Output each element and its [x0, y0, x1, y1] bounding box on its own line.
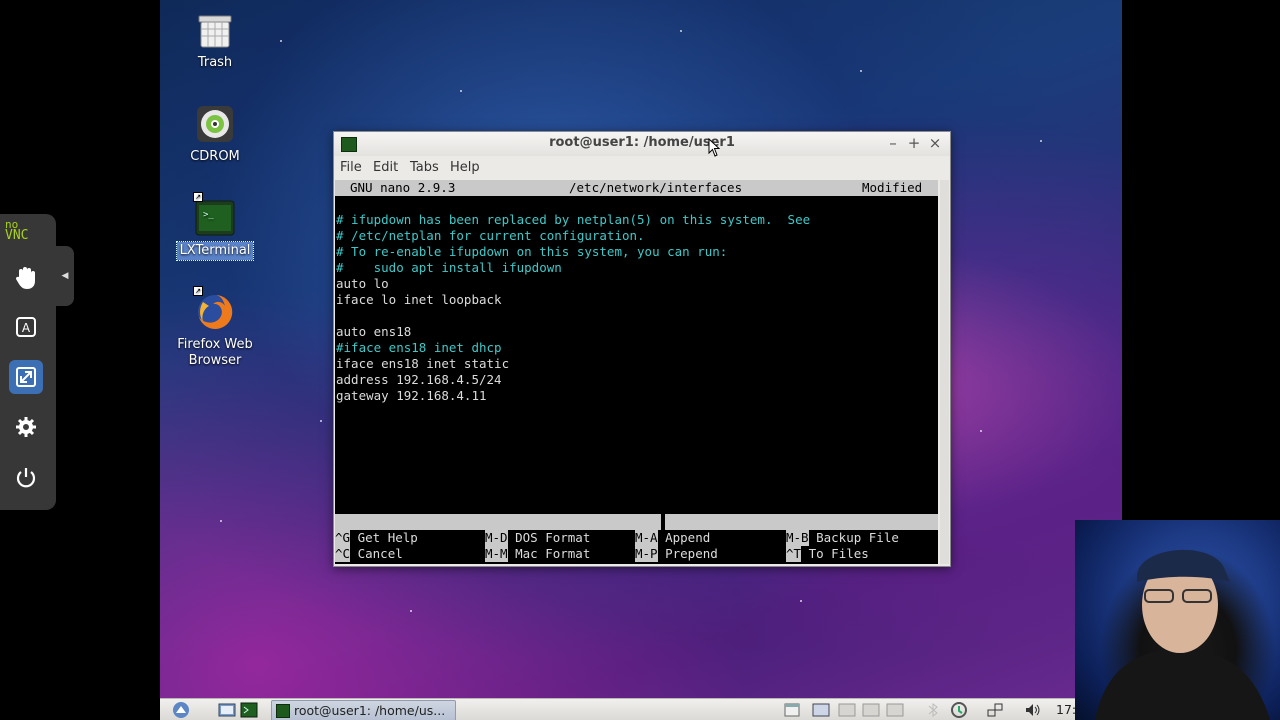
- workspace-4-icon[interactable]: [886, 701, 904, 719]
- nano-shortcut-key: ^T: [786, 546, 802, 562]
- desktop-icon-label: CDROM: [190, 149, 240, 164]
- nano-filename: /etc/network/interfaces: [569, 180, 743, 195]
- maximize-icon[interactable]: +: [905, 134, 923, 152]
- mouse-cursor-icon: [708, 137, 721, 162]
- window-list-icon[interactable]: [783, 701, 801, 719]
- nano-shortcut-key: M-A: [635, 530, 658, 546]
- lxterminal-window[interactable]: root@user1: /home/user1 – + × File Edit …: [333, 131, 951, 567]
- nano-shortcut-desc: Mac Format: [507, 546, 591, 561]
- nano-shortcut-key: ^G: [335, 530, 351, 546]
- nano-shortcut: M-B Backup File: [786, 530, 899, 546]
- novnc-sidebar-handle[interactable]: ◀: [56, 246, 74, 306]
- nano-shortcut-key: M-D: [485, 530, 508, 546]
- close-icon[interactable]: ×: [926, 134, 944, 152]
- nano-shortcut-desc: Get Help: [350, 530, 418, 545]
- webcam-overlay: [1075, 520, 1280, 720]
- firefox-icon: ↗: [193, 286, 235, 332]
- desktop-icon-trash[interactable]: Trash: [160, 10, 270, 72]
- keyboard-icon[interactable]: A: [9, 310, 43, 344]
- desktop-icon-cdrom[interactable]: CDROM: [160, 104, 270, 166]
- nano-shortcut: M-A Append: [635, 530, 710, 546]
- terminal-task-icon: [276, 704, 290, 718]
- config-comment-line: # /etc/netplan for current configuration…: [336, 228, 645, 243]
- drag-hand-icon[interactable]: [9, 260, 43, 294]
- config-line: auto ens18: [336, 324, 412, 339]
- nano-shortcut-desc: Append: [657, 530, 711, 545]
- workspace-2-icon[interactable]: [838, 701, 856, 719]
- window-title: root@user1: /home/user1: [549, 135, 735, 150]
- config-line: gateway 192.168.4.11: [336, 388, 487, 403]
- trash-icon: [195, 10, 235, 50]
- taskbar-task-label: root@user1: /home/us...: [294, 703, 446, 718]
- nano-shortcut: M-M Mac Format: [485, 546, 590, 562]
- nano-shortcut-desc: Prepend: [657, 546, 718, 561]
- terminal-output[interactable]: GNU nano 2.9.3 /etc/network/interfaces M…: [335, 180, 938, 564]
- desktop-icon-label: Trash: [197, 55, 233, 70]
- nano-shortcut: ^G Get Help: [335, 530, 418, 546]
- network-icon[interactable]: [986, 701, 1004, 719]
- nano-header-bar: GNU nano 2.9.3 /etc/network/interfaces M…: [335, 180, 938, 196]
- desktop-icon-label: LXTerminal: [175, 241, 255, 261]
- desktop-icon-label: Firefox Web Browser: [177, 337, 253, 368]
- terminal-icon: ↗ >_: [193, 192, 235, 238]
- terminal-scrollbar[interactable]: [940, 180, 949, 564]
- menu-tabs[interactable]: Tabs: [410, 160, 439, 175]
- volume-icon[interactable]: [1024, 701, 1042, 719]
- settings-icon[interactable]: [9, 410, 43, 444]
- config-line: address 192.168.4.5/24: [336, 372, 502, 387]
- nano-shortcut-key: ^C: [335, 546, 351, 562]
- taskbar: root@user1: /home/us... 17:31: [160, 698, 1122, 720]
- nano-shortcut-desc: Cancel: [350, 546, 403, 561]
- nano-version: GNU nano 2.9.3: [350, 180, 456, 195]
- nano-shortcut-desc: Backup File: [808, 530, 899, 545]
- nano-shortcut: M-P Prepend: [635, 546, 718, 562]
- minimize-icon[interactable]: –: [884, 134, 902, 152]
- desktop-icon-firefox[interactable]: ↗ Firefox Web Browser: [160, 286, 270, 370]
- config-comment-line: # sudo apt install ifupdown: [336, 260, 562, 275]
- config-line: auto lo: [336, 276, 389, 291]
- update-notifier-icon[interactable]: [950, 701, 968, 719]
- workspace-3-icon[interactable]: [862, 701, 880, 719]
- config-comment-line: #iface ens18 inet dhcp: [336, 340, 502, 355]
- terminal-menubar: File Edit Tabs Help: [334, 156, 950, 180]
- screen: no VNC A ◀ Trash CDROM ↗ >_ LXTerminal ↗…: [0, 0, 1280, 720]
- nano-shortcut-key: M-B: [786, 530, 809, 546]
- config-line: iface ens18 inet static: [336, 356, 510, 371]
- nano-prompt-input[interactable]: [665, 514, 938, 530]
- svg-text:A: A: [22, 321, 31, 335]
- menu-help[interactable]: Help: [450, 160, 480, 175]
- window-titlebar[interactable]: root@user1: /home/user1 – + ×: [334, 132, 950, 156]
- taskbar-task-terminal[interactable]: root@user1: /home/us...: [271, 700, 456, 720]
- novnc-logo: no VNC: [5, 219, 29, 243]
- config-comment-line: # To re-enable ifupdown on this system, …: [336, 244, 728, 259]
- start-menu-icon[interactable]: [172, 701, 190, 719]
- desktop-switch-icon[interactable]: [240, 701, 258, 719]
- menu-file[interactable]: File: [340, 160, 362, 175]
- config-comment-line: # ifupdown has been replaced by netplan(…: [336, 212, 811, 227]
- nano-shortcut-desc: To Files: [801, 546, 869, 561]
- power-icon[interactable]: [9, 460, 43, 494]
- novnc-control-bar: no VNC A: [0, 214, 56, 510]
- nano-shortcut: M-D DOS Format: [485, 530, 590, 546]
- menu-edit[interactable]: Edit: [373, 160, 398, 175]
- config-line: iface lo inet loopback: [336, 292, 502, 307]
- nano-shortcut-key: M-P: [635, 546, 658, 562]
- nano-modified-status: Modified: [862, 180, 923, 195]
- novnc-logo-bottom: VNC: [5, 228, 29, 243]
- workspace-1-icon[interactable]: [812, 701, 830, 719]
- bluetooth-icon[interactable]: [924, 701, 942, 719]
- cdrom-icon: [195, 104, 235, 144]
- fullscreen-icon[interactable]: [9, 360, 43, 394]
- svg-text:>_: >_: [203, 210, 214, 220]
- nano-shortcut-desc: DOS Format: [507, 530, 591, 545]
- nano-save-prompt[interactable]: File Name to Write: /etc/network/interfa…: [335, 514, 938, 545]
- nano-shortcut: ^C Cancel: [335, 546, 403, 562]
- nano-shortcut: ^T To Files: [786, 546, 869, 562]
- nano-shortcut-key: M-M: [485, 546, 508, 562]
- desktop-icon-lxterminal[interactable]: ↗ >_ LXTerminal: [160, 192, 270, 261]
- file-manager-icon[interactable]: [218, 701, 236, 719]
